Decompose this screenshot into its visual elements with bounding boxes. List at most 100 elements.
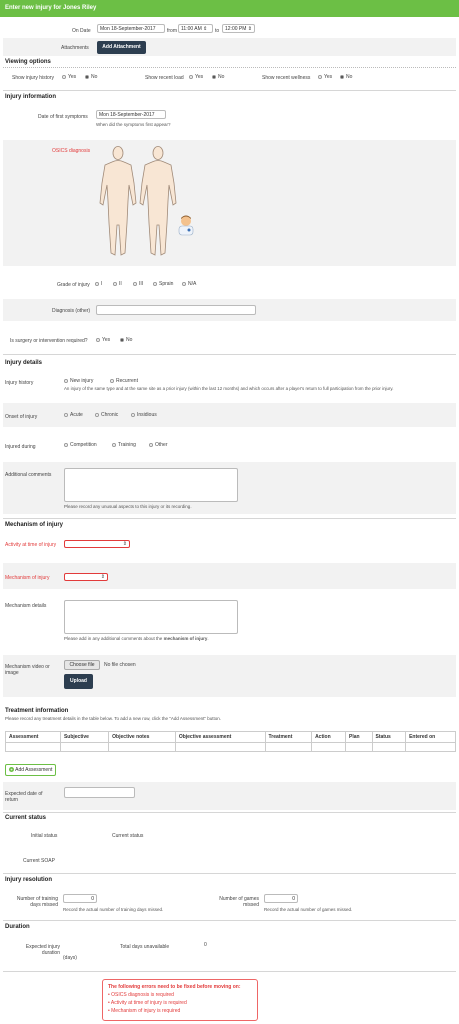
- plus-icon: +: [9, 767, 14, 773]
- error-text: Mechanism of injury is required: [111, 1008, 181, 1014]
- radio-icon: [212, 74, 216, 79]
- radio-icon: [318, 74, 322, 79]
- grade-ii[interactable]: II: [113, 281, 122, 287]
- additional-comments-textarea[interactable]: [64, 468, 238, 502]
- radio-icon: [131, 412, 135, 417]
- on-date-input[interactable]: Mon 18-September-2017: [97, 24, 165, 33]
- games-missed-help: Record the actual number of games missed…: [264, 907, 353, 912]
- first-symptoms-help: When did the symptoms first appear?: [96, 122, 171, 127]
- error-summary: The following errors need to be fixed be…: [102, 979, 258, 1021]
- onset-insidious[interactable]: Insidious: [131, 412, 157, 418]
- show-recent-wellness-label: Show recent wellness: [262, 75, 311, 81]
- games-missed-input[interactable]: 0: [264, 894, 298, 903]
- radio-label: Yes: [195, 74, 204, 80]
- from-label: from: [167, 28, 177, 34]
- help-text: Please add in any additional comments ab…: [64, 636, 164, 641]
- error-item: • OSICS diagnosis is required: [108, 992, 174, 998]
- radio-label: Other: [155, 442, 168, 448]
- radio-label: Recurrent: [116, 378, 138, 384]
- injury-history-yes[interactable]: Yes: [62, 74, 76, 80]
- col-objective-assessment: Objective assessment: [174, 731, 266, 743]
- grade-na[interactable]: N/A: [182, 281, 196, 287]
- training-days-label: Number of training days missed: [16, 896, 58, 908]
- add-assessment-label: Add Assessment: [15, 767, 53, 773]
- injury-history-help: An injury of the same type and at the sa…: [64, 386, 394, 391]
- during-competition[interactable]: Competition: [64, 442, 97, 448]
- updown-icon: ⇕: [122, 541, 127, 547]
- updown-icon: ⇕: [247, 26, 252, 32]
- radio-label: III: [139, 281, 144, 287]
- additional-comments-label: Additional comments: [5, 472, 52, 478]
- onset-label: Onset of injury: [5, 414, 38, 420]
- to-label: to: [215, 28, 220, 34]
- radio-label: N/A: [188, 281, 197, 287]
- upload-button[interactable]: Upload: [64, 674, 93, 689]
- history-recurrent[interactable]: Recurrent: [110, 378, 138, 384]
- to-time-select[interactable]: 12:00 PM ⇕: [222, 24, 255, 33]
- grade-label: Grade of injury: [57, 282, 90, 288]
- grade-i[interactable]: I: [95, 281, 102, 287]
- error-text: OSICS diagnosis is required: [111, 992, 174, 998]
- duration-title: Duration: [5, 924, 30, 930]
- radio-icon: [182, 281, 186, 286]
- recent-wellness-yes[interactable]: Yes: [318, 74, 332, 80]
- mechanism-label: Mechanism of injury: [5, 575, 50, 581]
- updown-icon: ⇕: [100, 574, 105, 580]
- training-days-input[interactable]: 0: [63, 894, 97, 903]
- radio-icon: [110, 378, 114, 383]
- radio-label: II: [119, 281, 122, 287]
- activity-select[interactable]: ⇕: [64, 540, 130, 548]
- radio-icon: [62, 74, 66, 79]
- from-time-select[interactable]: 11:00 AM ⇕: [178, 24, 213, 33]
- treatment-help: Please record any treatment details in t…: [5, 716, 221, 721]
- error-item: • Activity at time of injury is required: [108, 1000, 187, 1006]
- on-date-label: On Date: [72, 28, 91, 34]
- total-days-label: Total days unavailable: [120, 944, 170, 950]
- choose-file-button[interactable]: Choose file: [64, 660, 100, 670]
- current-soap-label: Current SOAP: [23, 858, 55, 864]
- onset-acute[interactable]: Acute: [64, 412, 83, 418]
- diagnosis-other-input[interactable]: [96, 305, 256, 315]
- recent-wellness-no[interactable]: No: [340, 74, 352, 80]
- human-body-back-icon[interactable]: [138, 143, 183, 261]
- radio-icon: [149, 442, 153, 447]
- during-other[interactable]: Other: [149, 442, 168, 448]
- recent-load-yes[interactable]: Yes: [189, 74, 203, 80]
- injury-history-no[interactable]: No: [85, 74, 97, 80]
- recent-load-no[interactable]: No: [212, 74, 224, 80]
- add-attachment-button[interactable]: Add Attachment: [97, 41, 146, 54]
- from-time-value: 11:00 AM: [181, 26, 202, 32]
- page-header: Enter new injury for Jones Riley: [0, 0, 459, 17]
- add-assessment-button[interactable]: + Add Assessment: [5, 764, 57, 776]
- grade-iii[interactable]: III: [133, 281, 143, 287]
- history-new-injury[interactable]: New injury: [64, 378, 93, 384]
- radio-icon: [64, 412, 68, 417]
- treatment-table: Assessment Subjective Objective notes Ob…: [5, 731, 456, 752]
- radio-icon: [113, 281, 117, 286]
- during-training[interactable]: Training: [112, 442, 136, 448]
- radio-icon: [64, 378, 68, 383]
- expected-return-input[interactable]: [64, 787, 135, 798]
- activity-label: Activity at time of injury: [5, 542, 57, 548]
- surgery-no[interactable]: No: [120, 337, 132, 343]
- viewing-options-title: Viewing options: [5, 59, 51, 65]
- mechanism-details-textarea[interactable]: [64, 600, 238, 634]
- radio-label: Training: [118, 442, 136, 448]
- mechanism-details-help: Please add in any additional comments ab…: [64, 636, 209, 641]
- total-days-value: 0: [204, 942, 207, 948]
- training-days-help: Record the actual number of training day…: [63, 907, 164, 912]
- onset-chronic[interactable]: Chronic: [95, 412, 118, 418]
- osics-label: OSICS diagnosis: [52, 148, 91, 154]
- grade-sprain[interactable]: Sprain: [153, 281, 173, 287]
- radio-icon: [64, 442, 68, 447]
- page-title: Enter new injury for Jones Riley: [5, 5, 97, 11]
- injured-during-label: Injured during: [5, 444, 36, 450]
- help-text-end: .: [207, 636, 209, 641]
- surgery-yes[interactable]: Yes: [96, 337, 110, 343]
- radio-icon: [96, 337, 100, 342]
- mechanism-select[interactable]: ⇕: [64, 573, 108, 581]
- doctor-icon[interactable]: [176, 214, 196, 236]
- radio-icon: [85, 74, 89, 79]
- first-symptoms-input[interactable]: Mon 18-September-2017: [96, 110, 166, 119]
- col-treatment: Treatment: [264, 731, 313, 743]
